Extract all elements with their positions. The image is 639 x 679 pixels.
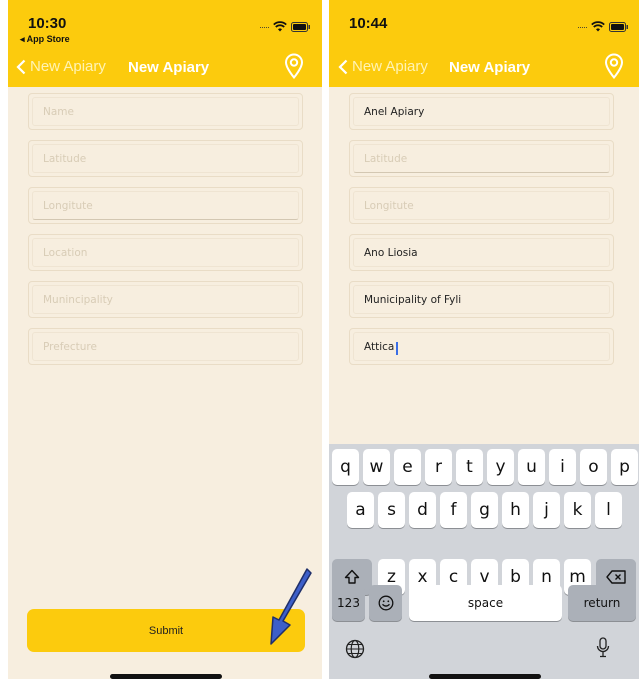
page-title: New Apiary: [128, 59, 210, 76]
key-a[interactable]: a: [347, 492, 374, 528]
prefecture-input[interactable]: [353, 332, 610, 361]
location-pin-icon[interactable]: [604, 53, 624, 79]
space-key[interactable]: space: [409, 585, 562, 621]
back-button[interactable]: New Apiary: [338, 58, 428, 75]
numbers-key-label: 123: [337, 596, 360, 610]
location-input[interactable]: [32, 238, 299, 267]
key-g[interactable]: g: [471, 492, 498, 528]
key-y[interactable]: y: [487, 449, 514, 485]
key-w[interactable]: w: [363, 449, 390, 485]
name-input[interactable]: [32, 97, 299, 126]
globe-icon[interactable]: [345, 639, 365, 659]
status-icons: ·····: [259, 21, 311, 32]
header: 10:30 ◂ App Store ····· New Apiary New A…: [8, 0, 322, 87]
back-button[interactable]: New Apiary: [16, 58, 106, 75]
signal-dots-icon: ·····: [259, 21, 270, 32]
left-screen: 10:30 ◂ App Store ····· New Apiary New A…: [8, 0, 322, 679]
right-screen: 10:44 ····· New Apiary New Apiary qwerty…: [329, 0, 639, 679]
numbers-key[interactable]: 123: [332, 585, 365, 621]
page-title: New Apiary: [449, 59, 531, 76]
key-j[interactable]: j: [533, 492, 560, 528]
latitude-input[interactable]: [353, 144, 610, 173]
key-i[interactable]: i: [549, 449, 576, 485]
key-h[interactable]: h: [502, 492, 529, 528]
status-time: 10:30: [28, 15, 67, 32]
key-q[interactable]: q: [332, 449, 359, 485]
key-l[interactable]: l: [595, 492, 622, 528]
return-key-label: return: [583, 596, 621, 610]
key-t[interactable]: t: [456, 449, 483, 485]
prefecture-field[interactable]: [349, 328, 614, 365]
back-label: New Apiary: [30, 58, 106, 75]
key-s[interactable]: s: [378, 492, 405, 528]
battery-icon: [291, 21, 310, 32]
municipality-field[interactable]: [28, 281, 303, 318]
header: 10:44 ····· New Apiary New Apiary: [329, 0, 639, 87]
keyboard: qwertyuiop asdfghjkl zxcvbnm 123 space r…: [329, 444, 639, 679]
longitude-input[interactable]: [32, 191, 299, 220]
municipality-input[interactable]: [353, 285, 610, 314]
longitude-field[interactable]: [28, 187, 303, 224]
chevron-left-icon: [16, 59, 26, 74]
location-input[interactable]: [353, 238, 610, 267]
longitude-field[interactable]: [349, 187, 614, 224]
delete-icon: [606, 570, 626, 584]
wifi-icon: [591, 21, 605, 32]
microphone-icon[interactable]: [596, 637, 610, 659]
emoji-icon: [378, 595, 393, 611]
municipality-field[interactable]: [349, 281, 614, 318]
municipality-input[interactable]: [32, 285, 299, 314]
latitude-field[interactable]: [349, 140, 614, 177]
home-indicator: [429, 674, 541, 679]
location-field[interactable]: [28, 234, 303, 271]
name-field[interactable]: [349, 93, 614, 130]
key-e[interactable]: e: [394, 449, 421, 485]
prefecture-input[interactable]: [32, 332, 299, 361]
app-store-breadcrumb[interactable]: ◂ App Store: [20, 34, 70, 45]
status-icons: ·····: [577, 21, 629, 32]
annotation-arrow-icon: [270, 568, 312, 645]
text-caret: [396, 342, 398, 355]
shift-icon: [344, 569, 360, 584]
key-k[interactable]: k: [564, 492, 591, 528]
key-f[interactable]: f: [440, 492, 467, 528]
space-key-label: space: [467, 596, 504, 610]
location-pin-icon[interactable]: [284, 53, 304, 79]
longitude-input[interactable]: [353, 191, 610, 220]
name-input[interactable]: [353, 97, 610, 126]
key-o[interactable]: o: [580, 449, 607, 485]
home-indicator: [110, 674, 222, 679]
wifi-icon: [273, 21, 287, 32]
name-field[interactable]: [28, 93, 303, 130]
latitude-field[interactable]: [28, 140, 303, 177]
battery-icon: [609, 21, 628, 32]
chevron-left-icon: [338, 59, 348, 74]
key-u[interactable]: u: [518, 449, 545, 485]
return-key[interactable]: return: [568, 585, 636, 621]
key-d[interactable]: d: [409, 492, 436, 528]
prefecture-field[interactable]: [28, 328, 303, 365]
signal-dots-icon: ·····: [577, 21, 588, 32]
emoji-key[interactable]: [369, 585, 402, 621]
key-r[interactable]: r: [425, 449, 452, 485]
latitude-input[interactable]: [32, 144, 299, 173]
location-field[interactable]: [349, 234, 614, 271]
back-label: New Apiary: [352, 58, 428, 75]
key-p[interactable]: p: [611, 449, 638, 485]
status-time: 10:44: [349, 15, 388, 32]
